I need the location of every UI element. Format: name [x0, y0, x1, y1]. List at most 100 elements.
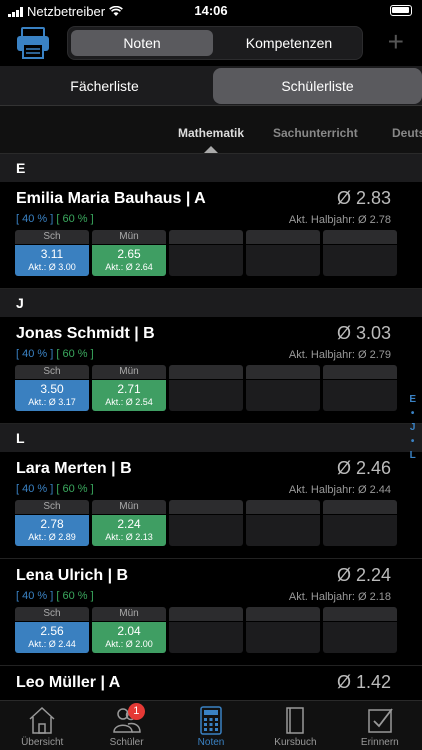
grade-cell-empty[interactable]: [169, 365, 243, 411]
tab-erinnern[interactable]: Erinnern: [338, 701, 422, 750]
grade-cell-muen[interactable]: Mün 2.24 Akt.: Ø 2.13: [92, 500, 166, 546]
grade-cell-body: 2.04 Akt.: Ø 2.00: [92, 622, 166, 653]
grade-cell-body: 2.65 Akt.: Ø 2.64: [92, 245, 166, 276]
weight-sch: [ 40 % ]: [16, 348, 54, 360]
tab-label: Übersicht: [21, 737, 64, 748]
weight-sch: [ 40 % ]: [16, 590, 54, 602]
subject-selector: Mathematik Sachunterricht Deuts: [0, 106, 422, 154]
segment-kompetenzen[interactable]: Kompetenzen: [218, 30, 360, 56]
grade-cell-empty[interactable]: [169, 500, 243, 546]
weight-sch: [ 40 % ]: [16, 483, 54, 495]
grade-cell-empty[interactable]: [323, 230, 397, 276]
section-index[interactable]: E • J • L: [409, 393, 416, 463]
grade-value: 2.56: [40, 624, 64, 638]
grade-cell-empty[interactable]: [323, 607, 397, 653]
checkbox-icon: [364, 705, 396, 735]
student-name: Leo Müller | A: [16, 674, 121, 691]
segment-noten[interactable]: Noten: [71, 30, 213, 56]
grade-cell-empty[interactable]: [246, 607, 320, 653]
grade-cell-sch[interactable]: Sch 2.56 Akt.: Ø 2.44: [15, 607, 89, 653]
book-icon: [279, 705, 311, 735]
grade-cell-empty[interactable]: [246, 500, 320, 546]
grade-cells: Sch 3.11 Akt.: Ø 3.00 Mün 2.65 Akt.: Ø 2.6…: [15, 230, 397, 276]
grade-cell-empty[interactable]: [323, 365, 397, 411]
grade-cells: Sch 2.78 Akt.: Ø 2.89 Mün 2.24 Akt.: Ø 2.1…: [15, 500, 397, 546]
index-dot: •: [410, 436, 415, 447]
student-average: Ø 2.46: [336, 458, 391, 478]
index-letter[interactable]: E: [409, 393, 416, 407]
student-name: Lara Merten | B: [16, 460, 132, 477]
tab-faecherliste[interactable]: Fächerliste: [0, 68, 209, 104]
grade-cell-empty[interactable]: [169, 230, 243, 276]
tab-schuelerliste[interactable]: Schülerliste: [213, 68, 422, 104]
student-row[interactable]: Jonas Schmidt | B Ø 3.03 [ 40 % ] [ 60 %…: [0, 317, 422, 424]
grade-cell-header: Mün: [92, 230, 166, 244]
notification-badge: 1: [127, 703, 145, 720]
selected-subject-caret-icon: [204, 146, 218, 153]
grade-current: Akt.: Ø 2.13: [105, 532, 153, 542]
tab-schueler[interactable]: 1 Schüler: [84, 701, 168, 750]
grade-cell-empty[interactable]: [323, 500, 397, 546]
grade-cell-sch[interactable]: Sch 2.78 Akt.: Ø 2.89: [15, 500, 89, 546]
subject-tab-mathematik[interactable]: Mathematik: [178, 126, 244, 140]
grade-current: Akt.: Ø 3.00: [28, 262, 76, 272]
index-letter[interactable]: J: [409, 421, 416, 435]
student-name: Lena Ulrich | B: [16, 567, 129, 584]
grade-cell-header: Mün: [92, 365, 166, 379]
tab-uebersicht[interactable]: Übersicht: [0, 701, 84, 750]
section-header: L: [0, 424, 422, 452]
grade-cell-header: Mün: [92, 500, 166, 514]
grade-cell-empty[interactable]: [169, 607, 243, 653]
mode-segmented-control: Noten Kompetenzen: [67, 26, 363, 60]
subject-tab-sachunterricht[interactable]: Sachunterricht: [273, 126, 358, 140]
grade-current: Akt.: Ø 2.89: [28, 532, 76, 542]
student-row[interactable]: Emilia Maria Bauhaus | A Ø 2.83 [ 40 % ]…: [0, 182, 422, 289]
grade-cell-muen[interactable]: Mün 2.04 Akt.: Ø 2.00: [92, 607, 166, 653]
student-name: Emilia Maria Bauhaus | A: [16, 190, 206, 207]
student-average: Ø 2.24: [336, 565, 391, 585]
grade-cells: Sch 3.50 Akt.: Ø 3.17 Mün 2.71 Akt.: Ø 2.5…: [15, 365, 397, 411]
battery-icon: [390, 5, 412, 16]
weights: [ 40 % ] [ 60 % ]: [16, 483, 94, 495]
grade-cell-empty[interactable]: [246, 230, 320, 276]
student-row[interactable]: Lena Ulrich | B Ø 2.24 [ 40 % ] [ 60 % ]…: [0, 559, 422, 666]
grade-cell-body: 2.78 Akt.: Ø 2.89: [15, 515, 89, 546]
student-name: Jonas Schmidt | B: [16, 325, 155, 342]
student-average: Ø 1.42: [336, 672, 391, 692]
section-header: E: [0, 154, 422, 182]
subject-tab-deutsch[interactable]: Deuts: [392, 126, 422, 140]
grade-cell-body: 3.11 Akt.: Ø 3.00: [15, 245, 89, 276]
tab-label: Erinnern: [360, 737, 399, 748]
grade-cells: Sch 2.56 Akt.: Ø 2.44 Mün 2.04 Akt.: Ø 2.0…: [15, 607, 397, 653]
grade-cell-empty[interactable]: [246, 365, 320, 411]
grade-cell-sch[interactable]: Sch 3.50 Akt.: Ø 3.17: [15, 365, 89, 411]
grade-cell-sch[interactable]: Sch 3.11 Akt.: Ø 3.00: [15, 230, 89, 276]
status-bar: Netzbetreiber 14:06: [0, 0, 422, 22]
calculator-icon: [195, 705, 227, 735]
index-dot: •: [410, 408, 415, 419]
grade-current: Akt.: Ø 2.00: [105, 639, 153, 649]
grade-cell-header: Sch: [15, 607, 89, 621]
tab-bar: Übersicht 1 Schüler Noten Kursbuch Erinn…: [0, 700, 422, 750]
tab-label: Kursbuch: [274, 737, 317, 748]
printer-icon[interactable]: [16, 26, 50, 60]
grade-value: 2.78: [40, 517, 64, 531]
index-letter[interactable]: L: [409, 449, 416, 463]
grade-cell-header: Mün: [92, 607, 166, 621]
add-icon[interactable]: +: [388, 28, 404, 56]
tab-kursbuch[interactable]: Kursbuch: [253, 701, 337, 750]
grade-cell-muen[interactable]: Mün 2.65 Akt.: Ø 2.64: [92, 230, 166, 276]
student-row[interactable]: Leo Müller | A Ø 1.42: [0, 666, 422, 700]
grade-value: 2.24: [117, 517, 141, 531]
tab-label: Schüler: [109, 737, 144, 748]
tab-label: Noten: [197, 737, 225, 748]
weights: [ 40 % ] [ 60 % ]: [16, 590, 94, 602]
tab-noten[interactable]: Noten: [169, 701, 253, 750]
grade-value: 3.50: [40, 382, 64, 396]
weight-muen: [ 60 % ]: [56, 590, 94, 602]
grade-cell-muen[interactable]: Mün 2.71 Akt.: Ø 2.54: [92, 365, 166, 411]
weight-muen: [ 60 % ]: [56, 213, 94, 225]
weight-muen: [ 60 % ]: [56, 348, 94, 360]
house-icon: [26, 705, 58, 735]
student-row[interactable]: Lara Merten | B Ø 2.46 [ 40 % ] [ 60 % ]…: [0, 452, 422, 559]
